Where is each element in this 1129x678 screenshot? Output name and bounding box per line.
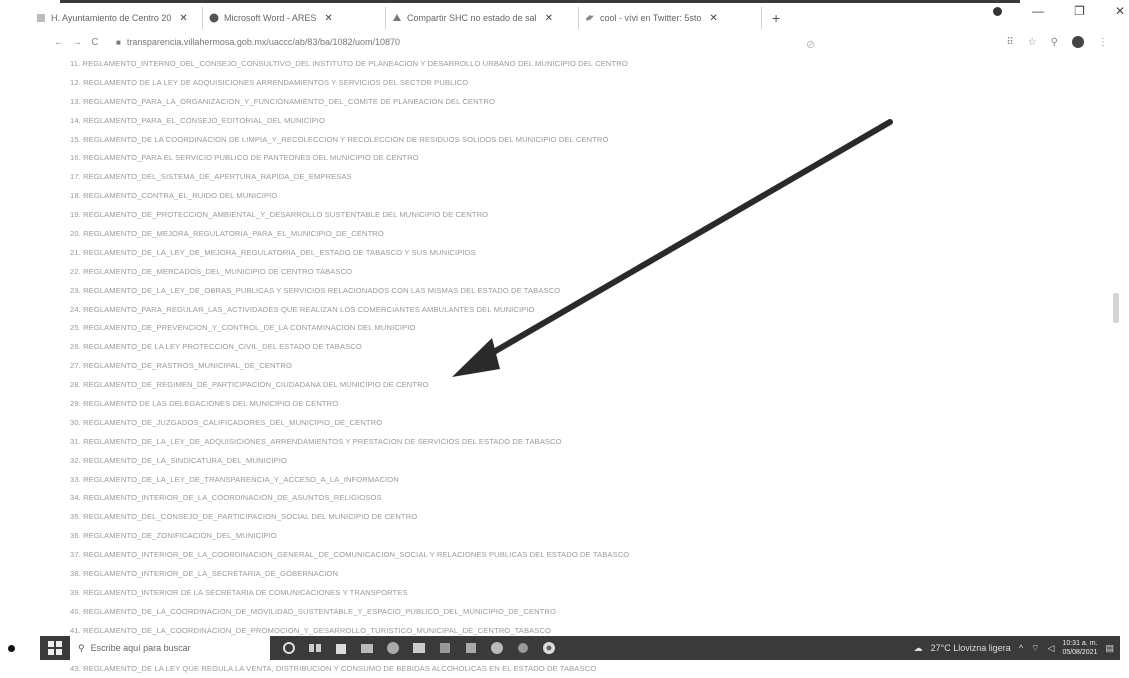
weather-icon: ☁ bbox=[914, 643, 923, 654]
clock[interactable]: 10:31 a. m. 05/08/2021 bbox=[1062, 639, 1097, 657]
list-item[interactable]: 17. REGLAMENTO_DEL_SISTEMA_DE_APERTURA_R… bbox=[70, 168, 890, 187]
close-icon[interactable]: ✕ bbox=[324, 13, 332, 24]
search-placeholder: Escribe aquí para buscar bbox=[91, 643, 191, 653]
notifications-icon[interactable]: ▤ bbox=[1105, 643, 1114, 654]
star-icon[interactable]: ☆ bbox=[1028, 37, 1037, 48]
scrollbar-thumb[interactable] bbox=[1113, 293, 1119, 323]
page-icon bbox=[36, 13, 46, 23]
account-icon[interactable] bbox=[993, 7, 1002, 16]
window-controls: — ❐ ✕ bbox=[993, 4, 1125, 18]
tab-label: Microsoft Word - ARES bbox=[224, 13, 316, 23]
excel-icon[interactable] bbox=[438, 641, 452, 655]
tab-ayuntamiento[interactable]: H. Ayuntamiento de Centro 20 ✕ bbox=[30, 7, 203, 29]
volume-icon[interactable]: ◁ bbox=[1048, 643, 1055, 654]
list-item[interactable]: 13. REGLAMENTO_PARA_LA_ORGANIZACION_Y_FU… bbox=[70, 93, 890, 112]
weather-text[interactable]: 27°C Llovizna ligera bbox=[931, 643, 1011, 653]
list-item[interactable]: 11. REGLAMENTO_INTERNO_DEL_CONSEJO_CONSU… bbox=[70, 55, 890, 74]
profile-avatar[interactable] bbox=[1072, 36, 1084, 48]
browser-tab-bar: H. Ayuntamiento de Centro 20 ✕ Microsoft… bbox=[30, 4, 1125, 32]
windows-icon bbox=[48, 641, 62, 655]
tab-twitter[interactable]: cool - vívi en Twitter: 5sto ✕ bbox=[579, 7, 762, 29]
twitter-icon bbox=[585, 13, 595, 23]
tab-word[interactable]: Microsoft Word - ARES ✕ bbox=[203, 7, 386, 29]
list-item[interactable]: 24. REGLAMENTO_PARA_REGULAR_LAS_ACTIVIDA… bbox=[70, 301, 890, 320]
new-tab-button[interactable]: + bbox=[772, 10, 780, 26]
list-item[interactable]: 31. REGLAMENTO_DE_LA_LEY_DE_ADQUISICIONE… bbox=[70, 433, 890, 452]
chrome-icon[interactable] bbox=[542, 641, 556, 655]
list-item[interactable]: 15. REGLAMENTO_DE LA COORDINACION DE LIM… bbox=[70, 131, 890, 150]
tab-compartir[interactable]: Compartir SHC no estado de sal ✕ bbox=[386, 7, 579, 29]
maximize-icon[interactable]: ❐ bbox=[1074, 4, 1085, 18]
list-item[interactable]: 16. REGLAMENTO_PARA EL SERVICIO PUBLICO … bbox=[70, 149, 890, 168]
list-item[interactable]: 19. REGLAMENTO_DE_PROTECCION_AMBIENTAL_Y… bbox=[70, 206, 890, 225]
minimize-icon[interactable]: — bbox=[1032, 4, 1044, 18]
pinned-apps bbox=[282, 641, 556, 655]
extension-icon[interactable]: ⚲ bbox=[1051, 37, 1058, 48]
clock-date: 05/08/2021 bbox=[1062, 648, 1097, 657]
list-item[interactable]: 20. REGLAMENTO_DE_MEJORA_REGULATORIA_PAR… bbox=[70, 225, 890, 244]
settings-icon[interactable] bbox=[516, 641, 530, 655]
reload-icon[interactable]: C bbox=[86, 37, 104, 48]
address-bar: ← → C ■ transparencia.villahermosa.gob.m… bbox=[50, 32, 1120, 52]
close-window-icon[interactable]: ✕ bbox=[1115, 4, 1125, 18]
list-item[interactable]: 29. REGLAMENTO DE LAS DELEGACIONES DEL M… bbox=[70, 395, 890, 414]
photos-icon[interactable] bbox=[412, 641, 426, 655]
list-item[interactable]: 32. REGLAMENTO_DE_LA_SINDICATURA_DEL_MUN… bbox=[70, 452, 890, 471]
url-field[interactable]: transparencia.villahermosa.gob.mx/uaccc/… bbox=[127, 37, 400, 47]
system-tray: ☁ 27°C Llovizna ligera ^ ⌔ ◁ 10:31 a. m.… bbox=[914, 636, 1114, 660]
list-item[interactable]: 28. REGLAMENTO_DE_REGIMEN_DE_PARTICIPACI… bbox=[70, 376, 890, 395]
mail-icon[interactable] bbox=[360, 641, 374, 655]
list-item[interactable]: 38. REGLAMENTO_INTERIOR_DE_LA_SECRETARIA… bbox=[70, 565, 890, 584]
reader-mode-icon[interactable]: ⊘ bbox=[806, 38, 815, 51]
scan-edge bbox=[60, 0, 1020, 3]
list-item[interactable]: 39. REGLAMENTO_INTERIOR DE LA SECRETARIA… bbox=[70, 584, 890, 603]
tab-label: H. Ayuntamiento de Centro 20 bbox=[51, 13, 171, 23]
list-item[interactable]: 12. REGLAMENTO DE LA LEY DE ADQUISICIONE… bbox=[70, 74, 890, 93]
list-item[interactable]: 22. REGLAMENTO_DE_MERCADOS_DEL_MUNICIPIO… bbox=[70, 263, 890, 282]
tab-label: cool - vívi en Twitter: 5sto bbox=[600, 13, 701, 23]
tab-label: Compartir SHC no estado de sal bbox=[407, 13, 537, 23]
clock-time: 10:31 a. m. bbox=[1062, 639, 1097, 648]
list-item[interactable]: 35. REGLAMENTO_DEL_CONSEJO_DE_PARTICIPAC… bbox=[70, 508, 890, 527]
list-item[interactable]: 30. REGLAMENTO_DE_JUZGADOS_CALIFICADORES… bbox=[70, 414, 890, 433]
chevron-up-icon[interactable]: ^ bbox=[1019, 643, 1023, 653]
list-item[interactable]: 36. REGLAMENTO_DE_ZONIFICACION_DEL_MUNIC… bbox=[70, 527, 890, 546]
list-item[interactable]: 33. REGLAMENTO_DE_LA_LEY_DE_TRANSPARENCI… bbox=[70, 471, 890, 490]
task-view-icon[interactable] bbox=[308, 641, 322, 655]
menu-icon[interactable]: ⋮ bbox=[1098, 37, 1108, 48]
back-icon[interactable]: ← bbox=[50, 37, 68, 48]
lock-icon: ■ bbox=[116, 38, 121, 47]
drive-icon bbox=[392, 13, 402, 23]
bullet-point bbox=[8, 645, 15, 652]
taskbar-search[interactable]: ⚲ Escribe aquí para buscar bbox=[70, 636, 270, 660]
close-icon[interactable]: ✕ bbox=[709, 13, 717, 24]
close-icon[interactable]: ✕ bbox=[179, 13, 187, 24]
word-icon[interactable] bbox=[464, 641, 478, 655]
store-icon[interactable] bbox=[334, 641, 348, 655]
network-icon[interactable]: ⌔ bbox=[1031, 643, 1039, 654]
list-item[interactable]: 34. REGLAMENTO_INTERIOR_DE_LA_COORDINACI… bbox=[70, 489, 890, 508]
list-item[interactable]: 18. REGLAMENTO_CONTRA_EL_RUIDO DEL MUNIC… bbox=[70, 187, 890, 206]
list-item[interactable]: 37. REGLAMENTO_INTERIOR_DE_LA_COORDINACI… bbox=[70, 546, 890, 565]
app-icon[interactable] bbox=[490, 641, 504, 655]
close-icon[interactable]: ✕ bbox=[545, 13, 553, 24]
globe-icon bbox=[209, 13, 219, 23]
forward-icon[interactable]: → bbox=[68, 37, 86, 48]
edge-icon[interactable] bbox=[386, 641, 400, 655]
list-item[interactable]: 14. REGLAMENTO_PARA_EL_CONSEJO_EDITORIAL… bbox=[70, 112, 890, 131]
list-item[interactable]: 21. REGLAMENTO_DE_LA_LEY_DE_MEJORA_REGUL… bbox=[70, 244, 890, 263]
regulation-list: 11. REGLAMENTO_INTERNO_DEL_CONSEJO_CONSU… bbox=[70, 55, 890, 678]
list-item[interactable]: 25. REGLAMENTO_DE_PREVENCION_Y_CONTROL_D… bbox=[70, 319, 890, 338]
search-icon: ⚲ bbox=[78, 643, 85, 654]
list-item[interactable]: 40. REGLAMENTO_DE_LA_COORDINACION_DE_MOV… bbox=[70, 603, 890, 622]
toolbar-icons: ⠿ ☆ ⚲ ⋮ bbox=[1006, 36, 1108, 48]
taskbar: ⚲ Escribe aquí para buscar ☁ 27°C Lloviz… bbox=[40, 636, 1120, 660]
list-item[interactable]: 26. REGLAMENTO_DE LA LEY PROTECCION_CIVI… bbox=[70, 338, 890, 357]
list-item[interactable]: 43. REGLAMENTO_DE LA LEY QUE REGULA LA V… bbox=[70, 660, 890, 678]
apps-icon[interactable]: ⠿ bbox=[1006, 37, 1013, 48]
cortana-icon[interactable] bbox=[282, 641, 296, 655]
list-item[interactable]: 27. REGLAMENTO_DE_RASTROS_MUNICIPAL_DE_C… bbox=[70, 357, 890, 376]
start-button[interactable] bbox=[40, 636, 70, 660]
list-item[interactable]: 23. REGLAMENTO_DE_LA_LEY_DE_OBRAS_PUBLIC… bbox=[70, 282, 890, 301]
